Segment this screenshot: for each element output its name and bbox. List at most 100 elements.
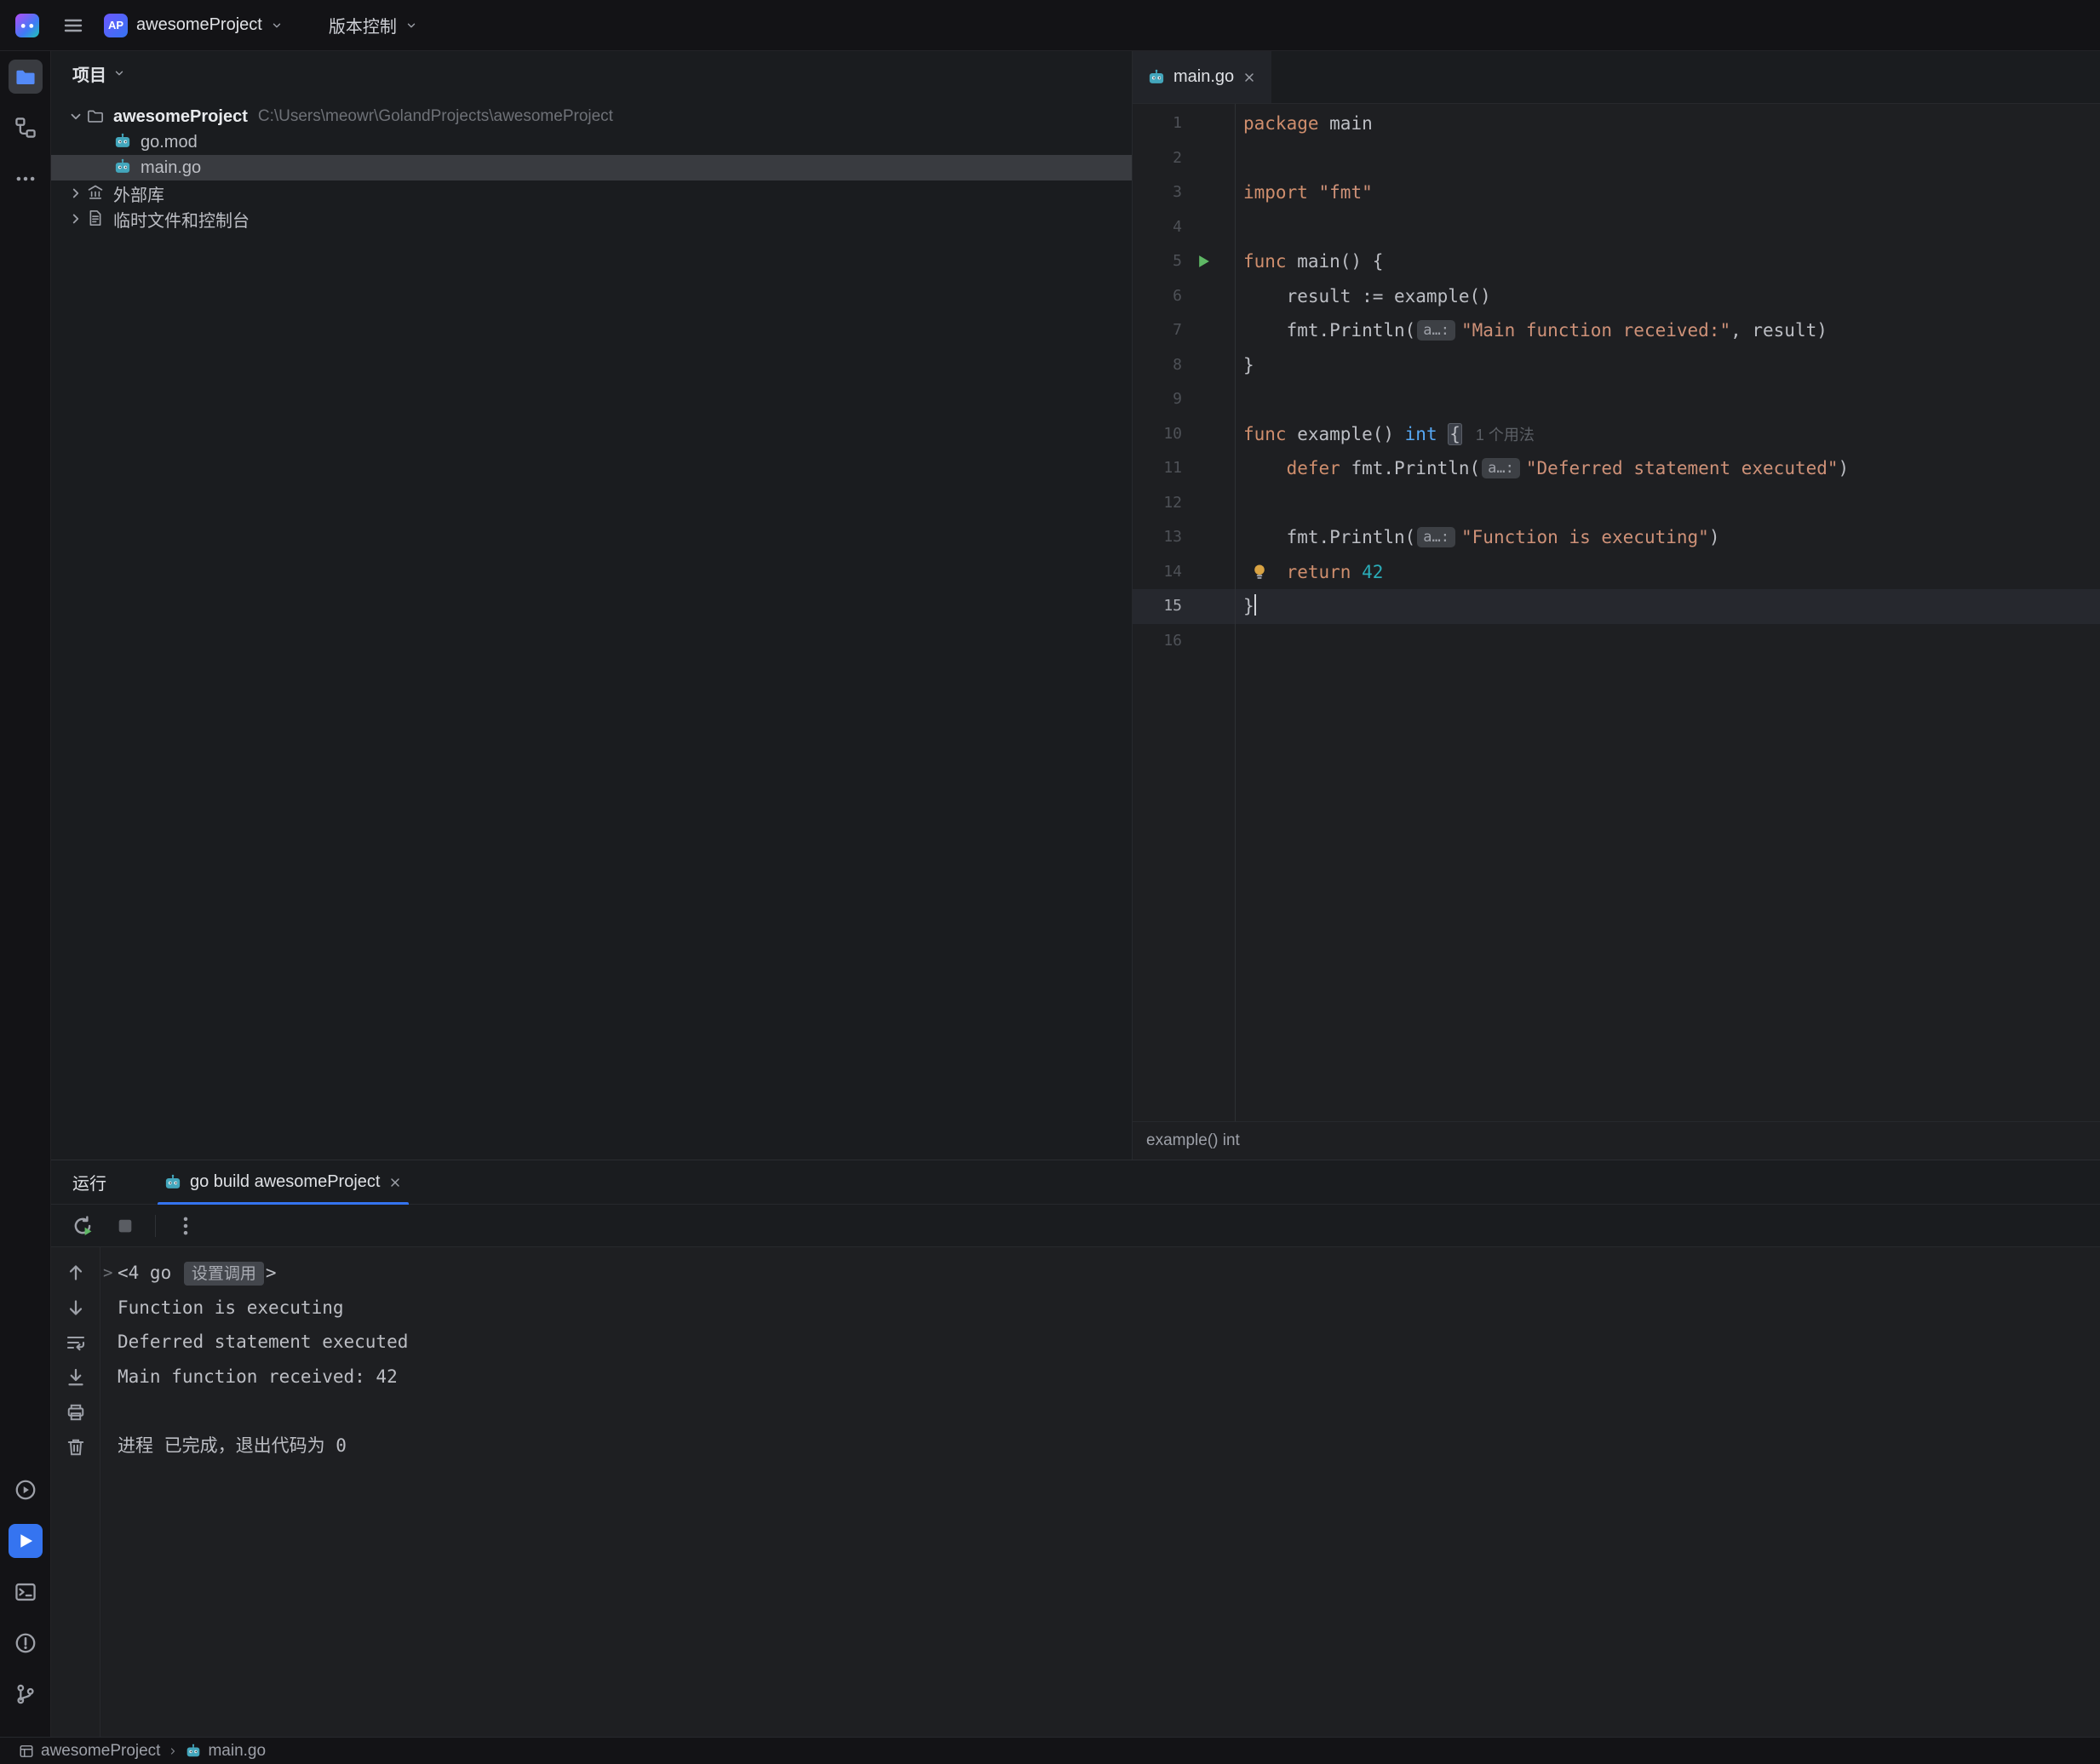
code-line-12[interactable]: 12: [1133, 486, 2100, 521]
vcs-widget[interactable]: 版本控制: [320, 8, 426, 43]
code-line-11[interactable]: 11 defer fmt.Println(a…:"Deferred statem…: [1133, 451, 2100, 486]
code-line-14[interactable]: 14 return 42: [1133, 555, 2100, 590]
code-line-6[interactable]: 6 result := example(): [1133, 279, 2100, 314]
main-menu-button[interactable]: [58, 10, 89, 41]
tree-row-awesomeProject[interactable]: awesomeProjectC:\Users\meowr\GolandProje…: [51, 104, 1132, 129]
tab-close-icon[interactable]: [388, 1176, 402, 1189]
next-occurrence-button[interactable]: [64, 1296, 88, 1320]
soft-wrap-button[interactable]: [64, 1331, 88, 1354]
tree-item-path: C:\Users\meowr\GolandProjects\awesomePro…: [258, 107, 613, 126]
console-line-2: Function is executing: [118, 1291, 2100, 1326]
code-line-13[interactable]: 13 fmt.Println(a…:"Function is executing…: [1133, 520, 2100, 555]
code-line-text: }: [1235, 589, 2100, 624]
status-bar: awesomeProject main.go: [0, 1737, 2100, 1764]
code-line-7[interactable]: 7 fmt.Println(a…:"Main function received…: [1133, 313, 2100, 348]
clear-console-button[interactable]: [64, 1435, 88, 1459]
code-line-2[interactable]: 2: [1133, 141, 2100, 176]
tool-window-version-control-button[interactable]: [9, 1677, 43, 1711]
scrollend-icon: [66, 1367, 86, 1388]
editor-tab-main-go[interactable]: main.go: [1133, 51, 1271, 103]
editor-gutter: 10: [1133, 417, 1235, 452]
tool-window-run-button[interactable]: [9, 1524, 43, 1558]
scratch-icon: [87, 209, 106, 228]
console-line-3: Deferred statement executed: [118, 1325, 2100, 1360]
code-token: ): [1709, 527, 1720, 547]
code-line-text: fmt.Println(a…:"Function is executing"): [1235, 520, 2100, 555]
breadcrumb-label: awesomeProject: [41, 1742, 160, 1761]
code-line-text: import "fmt": [1235, 175, 2100, 210]
run-tab[interactable]: go build awesomeProject: [158, 1160, 409, 1204]
code-line-3[interactable]: 3 import "fmt": [1133, 175, 2100, 210]
tool-window-structure-button[interactable]: [9, 111, 43, 145]
tool-window-services-button[interactable]: [9, 1473, 43, 1507]
breadcrumb-label: main.go: [208, 1742, 266, 1761]
editor-gutter: 2: [1133, 141, 1235, 176]
code-editor[interactable]: 1package main23 import "fmt"45func main()…: [1133, 104, 2100, 1121]
param-hint-chip: a…:: [1482, 458, 1520, 478]
code-line-4[interactable]: 4: [1133, 210, 2100, 245]
tree-row-外部库[interactable]: 外部库: [51, 180, 1132, 206]
project-widget[interactable]: AP awesomeProject: [95, 9, 291, 43]
editor-gutter: 5: [1133, 244, 1235, 279]
project-panel-header[interactable]: 项目: [51, 51, 1132, 95]
scroll-to-end-button[interactable]: [64, 1366, 88, 1389]
project-window-icon: [19, 1744, 34, 1759]
param-hint-chip: a…:: [1417, 320, 1455, 341]
console-line-1: ><4 go 设置调用>: [118, 1256, 2100, 1291]
goland-logo-icon: [14, 12, 41, 39]
more-tool-windows-button[interactable]: [9, 162, 43, 196]
code-line-1[interactable]: 1package main: [1133, 106, 2100, 141]
console-text: 进程 已完成，退出代码为 0: [118, 1435, 347, 1456]
tab-close-icon[interactable]: [1242, 71, 1256, 84]
line-number: 16: [1133, 624, 1182, 659]
code-line-9[interactable]: 9: [1133, 382, 2100, 417]
tool-window-terminal-button[interactable]: [9, 1575, 43, 1609]
tree-item-label: 外部库: [113, 181, 164, 206]
breadcrumb-main.go[interactable]: main.go: [186, 1742, 266, 1761]
context-label: example() int: [1146, 1131, 1240, 1150]
code-token: main() {: [1287, 251, 1384, 272]
run-gutter-icon[interactable]: [1194, 252, 1213, 271]
run-toolbar: [51, 1205, 2100, 1247]
editor-gutter: 7: [1133, 313, 1235, 348]
code-line-15[interactable]: 15}: [1133, 589, 2100, 624]
tree-item-label: main.go: [141, 158, 201, 178]
chevron-right-icon[interactable]: [65, 186, 87, 201]
tree-row-main.go[interactable]: main.go: [51, 155, 1132, 180]
breadcrumb-awesomeProject[interactable]: awesomeProject: [19, 1742, 160, 1761]
intention-bulb-icon[interactable]: [1250, 563, 1269, 581]
more-options-button[interactable]: [173, 1213, 198, 1239]
rerun-button[interactable]: [70, 1213, 95, 1239]
stop-button[interactable]: [112, 1213, 138, 1239]
tool-window-problems-button[interactable]: [9, 1626, 43, 1660]
code-line-5[interactable]: 5func main() {: [1133, 244, 2100, 279]
chevron-right-icon[interactable]: [65, 211, 87, 226]
line-number: 3: [1133, 175, 1182, 210]
code-token: }: [1243, 355, 1254, 375]
console-text: Main function received: 42: [118, 1366, 398, 1387]
prev-occurrence-button[interactable]: [64, 1261, 88, 1285]
tree-row-go.mod[interactable]: go.mod: [51, 129, 1132, 155]
library-icon: [87, 184, 106, 203]
code-line-16[interactable]: 16: [1133, 624, 2100, 659]
run-panel-title: 运行: [72, 1170, 106, 1194]
fold-expand-icon[interactable]: >: [103, 1256, 112, 1291]
workspace-row: 项目 awesomeProjectC:\Users\meowr\GolandPr…: [51, 51, 2100, 1160]
tree-row-临时文件和控制台[interactable]: 临时文件和控制台: [51, 206, 1132, 232]
code-token: fmt.Println(: [1243, 320, 1415, 341]
up-icon: [66, 1263, 86, 1283]
console-output[interactable]: ><4 go 设置调用>Function is executingDeferre…: [100, 1247, 2100, 1737]
console-text: >: [266, 1263, 277, 1283]
editor-gutter: 9: [1133, 382, 1235, 417]
code-line-8[interactable]: 8}: [1133, 348, 2100, 383]
tool-window-project-button[interactable]: [9, 60, 43, 94]
code-line-10[interactable]: 10func example() int {1 个用法: [1133, 417, 2100, 452]
chevron-down-icon[interactable]: [65, 109, 87, 124]
line-number: 1: [1133, 106, 1182, 141]
chevron-down-icon: [405, 20, 417, 32]
usages-inlay-hint[interactable]: 1 个用法: [1476, 427, 1535, 444]
print-button[interactable]: [64, 1400, 88, 1424]
console-command-chip: 设置调用: [184, 1262, 264, 1286]
vcs-widget-label: 版本控制: [329, 13, 397, 37]
editor-area: main.go 1package main23 import "fmt"45fun…: [1133, 51, 2100, 1160]
